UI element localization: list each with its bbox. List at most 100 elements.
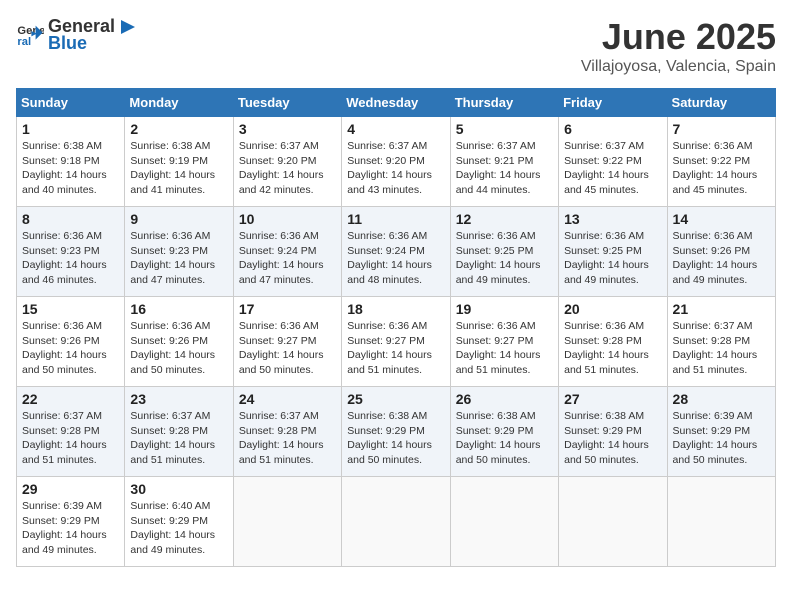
col-thursday: Thursday — [450, 89, 558, 117]
calendar-cell: 17 Sunrise: 6:36 AM Sunset: 9:27 PM Dayl… — [233, 297, 341, 387]
calendar-cell: 1 Sunrise: 6:38 AM Sunset: 9:18 PM Dayli… — [17, 117, 125, 207]
calendar-cell: 30 Sunrise: 6:40 AM Sunset: 9:29 PM Dayl… — [125, 477, 233, 567]
day-info: Sunrise: 6:36 AM Sunset: 9:22 PM Dayligh… — [673, 139, 770, 198]
day-info: Sunrise: 6:36 AM Sunset: 9:27 PM Dayligh… — [456, 319, 553, 378]
calendar-title: June 2025 — [581, 16, 776, 58]
calendar-cell: 8 Sunrise: 6:36 AM Sunset: 9:23 PM Dayli… — [17, 207, 125, 297]
calendar-cell: 21 Sunrise: 6:37 AM Sunset: 9:28 PM Dayl… — [667, 297, 775, 387]
day-info: Sunrise: 6:36 AM Sunset: 9:25 PM Dayligh… — [456, 229, 553, 288]
calendar-cell: 19 Sunrise: 6:36 AM Sunset: 9:27 PM Dayl… — [450, 297, 558, 387]
day-number: 11 — [347, 211, 444, 227]
calendar-cell — [450, 477, 558, 567]
day-info: Sunrise: 6:37 AM Sunset: 9:20 PM Dayligh… — [239, 139, 336, 198]
day-number: 19 — [456, 301, 553, 317]
week-row-5: 29 Sunrise: 6:39 AM Sunset: 9:29 PM Dayl… — [17, 477, 776, 567]
calendar-cell: 7 Sunrise: 6:36 AM Sunset: 9:22 PM Dayli… — [667, 117, 775, 207]
day-number: 12 — [456, 211, 553, 227]
logo: Gene ral ▶ General Blue — [16, 16, 139, 52]
calendar-cell: 24 Sunrise: 6:37 AM Sunset: 9:28 PM Dayl… — [233, 387, 341, 477]
calendar-cell — [233, 477, 341, 567]
day-number: 9 — [130, 211, 227, 227]
calendar-cell — [342, 477, 450, 567]
calendar-header-row: Sunday Monday Tuesday Wednesday Thursday… — [17, 89, 776, 117]
svg-text:▶: ▶ — [31, 31, 37, 38]
day-info: Sunrise: 6:37 AM Sunset: 9:21 PM Dayligh… — [456, 139, 553, 198]
day-number: 3 — [239, 121, 336, 137]
day-number: 8 — [22, 211, 119, 227]
day-number: 18 — [347, 301, 444, 317]
col-saturday: Saturday — [667, 89, 775, 117]
day-info: Sunrise: 6:37 AM Sunset: 9:22 PM Dayligh… — [564, 139, 661, 198]
calendar-cell: 26 Sunrise: 6:38 AM Sunset: 9:29 PM Dayl… — [450, 387, 558, 477]
day-number: 4 — [347, 121, 444, 137]
day-number: 6 — [564, 121, 661, 137]
calendar-cell: 2 Sunrise: 6:38 AM Sunset: 9:19 PM Dayli… — [125, 117, 233, 207]
col-wednesday: Wednesday — [342, 89, 450, 117]
page-header: Gene ral ▶ General Blue June 2025 Villaj… — [16, 16, 776, 76]
day-info: Sunrise: 6:36 AM Sunset: 9:26 PM Dayligh… — [130, 319, 227, 378]
calendar-cell: 29 Sunrise: 6:39 AM Sunset: 9:29 PM Dayl… — [17, 477, 125, 567]
calendar-cell: 11 Sunrise: 6:36 AM Sunset: 9:24 PM Dayl… — [342, 207, 450, 297]
day-info: Sunrise: 6:38 AM Sunset: 9:29 PM Dayligh… — [564, 409, 661, 468]
day-info: Sunrise: 6:37 AM Sunset: 9:28 PM Dayligh… — [22, 409, 119, 468]
svg-text:ral: ral — [17, 36, 31, 48]
day-info: Sunrise: 6:37 AM Sunset: 9:28 PM Dayligh… — [673, 319, 770, 378]
calendar-cell: 12 Sunrise: 6:36 AM Sunset: 9:25 PM Dayl… — [450, 207, 558, 297]
week-row-4: 22 Sunrise: 6:37 AM Sunset: 9:28 PM Dayl… — [17, 387, 776, 477]
col-monday: Monday — [125, 89, 233, 117]
calendar-cell: 6 Sunrise: 6:37 AM Sunset: 9:22 PM Dayli… — [559, 117, 667, 207]
day-number: 16 — [130, 301, 227, 317]
day-info: Sunrise: 6:36 AM Sunset: 9:23 PM Dayligh… — [130, 229, 227, 288]
day-number: 13 — [564, 211, 661, 227]
week-row-1: 1 Sunrise: 6:38 AM Sunset: 9:18 PM Dayli… — [17, 117, 776, 207]
calendar-cell — [667, 477, 775, 567]
day-info: Sunrise: 6:36 AM Sunset: 9:23 PM Dayligh… — [22, 229, 119, 288]
day-number: 22 — [22, 391, 119, 407]
col-tuesday: Tuesday — [233, 89, 341, 117]
day-number: 14 — [673, 211, 770, 227]
calendar-cell: 22 Sunrise: 6:37 AM Sunset: 9:28 PM Dayl… — [17, 387, 125, 477]
day-number: 21 — [673, 301, 770, 317]
day-info: Sunrise: 6:37 AM Sunset: 9:28 PM Dayligh… — [239, 409, 336, 468]
calendar-cell: 28 Sunrise: 6:39 AM Sunset: 9:29 PM Dayl… — [667, 387, 775, 477]
calendar-cell: 15 Sunrise: 6:36 AM Sunset: 9:26 PM Dayl… — [17, 297, 125, 387]
day-number: 10 — [239, 211, 336, 227]
logo-blue-text — [115, 16, 139, 38]
day-number: 30 — [130, 481, 227, 497]
calendar-cell: 5 Sunrise: 6:37 AM Sunset: 9:21 PM Dayli… — [450, 117, 558, 207]
calendar-cell: 3 Sunrise: 6:37 AM Sunset: 9:20 PM Dayli… — [233, 117, 341, 207]
day-info: Sunrise: 6:38 AM Sunset: 9:19 PM Dayligh… — [130, 139, 227, 198]
day-info: Sunrise: 6:36 AM Sunset: 9:27 PM Dayligh… — [239, 319, 336, 378]
day-info: Sunrise: 6:36 AM Sunset: 9:24 PM Dayligh… — [239, 229, 336, 288]
calendar-cell: 10 Sunrise: 6:36 AM Sunset: 9:24 PM Dayl… — [233, 207, 341, 297]
day-number: 15 — [22, 301, 119, 317]
day-info: Sunrise: 6:37 AM Sunset: 9:28 PM Dayligh… — [130, 409, 227, 468]
logo-icon: Gene ral ▶ — [16, 20, 44, 48]
day-number: 25 — [347, 391, 444, 407]
day-number: 23 — [130, 391, 227, 407]
day-number: 2 — [130, 121, 227, 137]
calendar-cell: 4 Sunrise: 6:37 AM Sunset: 9:20 PM Dayli… — [342, 117, 450, 207]
calendar-cell: 23 Sunrise: 6:37 AM Sunset: 9:28 PM Dayl… — [125, 387, 233, 477]
day-info: Sunrise: 6:36 AM Sunset: 9:28 PM Dayligh… — [564, 319, 661, 378]
day-info: Sunrise: 6:38 AM Sunset: 9:29 PM Dayligh… — [347, 409, 444, 468]
day-info: Sunrise: 6:39 AM Sunset: 9:29 PM Dayligh… — [22, 499, 119, 558]
calendar-cell — [559, 477, 667, 567]
day-number: 29 — [22, 481, 119, 497]
calendar-cell: 18 Sunrise: 6:36 AM Sunset: 9:27 PM Dayl… — [342, 297, 450, 387]
day-info: Sunrise: 6:39 AM Sunset: 9:29 PM Dayligh… — [673, 409, 770, 468]
day-number: 24 — [239, 391, 336, 407]
day-info: Sunrise: 6:38 AM Sunset: 9:29 PM Dayligh… — [456, 409, 553, 468]
title-area: June 2025 Villajoyosa, Valencia, Spain — [581, 16, 776, 76]
calendar-cell: 27 Sunrise: 6:38 AM Sunset: 9:29 PM Dayl… — [559, 387, 667, 477]
day-info: Sunrise: 6:37 AM Sunset: 9:20 PM Dayligh… — [347, 139, 444, 198]
day-info: Sunrise: 6:36 AM Sunset: 9:26 PM Dayligh… — [22, 319, 119, 378]
day-info: Sunrise: 6:38 AM Sunset: 9:18 PM Dayligh… — [22, 139, 119, 198]
calendar-subtitle: Villajoyosa, Valencia, Spain — [581, 58, 776, 76]
day-number: 1 — [22, 121, 119, 137]
day-info: Sunrise: 6:36 AM Sunset: 9:25 PM Dayligh… — [564, 229, 661, 288]
calendar-cell: 16 Sunrise: 6:36 AM Sunset: 9:26 PM Dayl… — [125, 297, 233, 387]
col-friday: Friday — [559, 89, 667, 117]
col-sunday: Sunday — [17, 89, 125, 117]
day-info: Sunrise: 6:40 AM Sunset: 9:29 PM Dayligh… — [130, 499, 227, 558]
